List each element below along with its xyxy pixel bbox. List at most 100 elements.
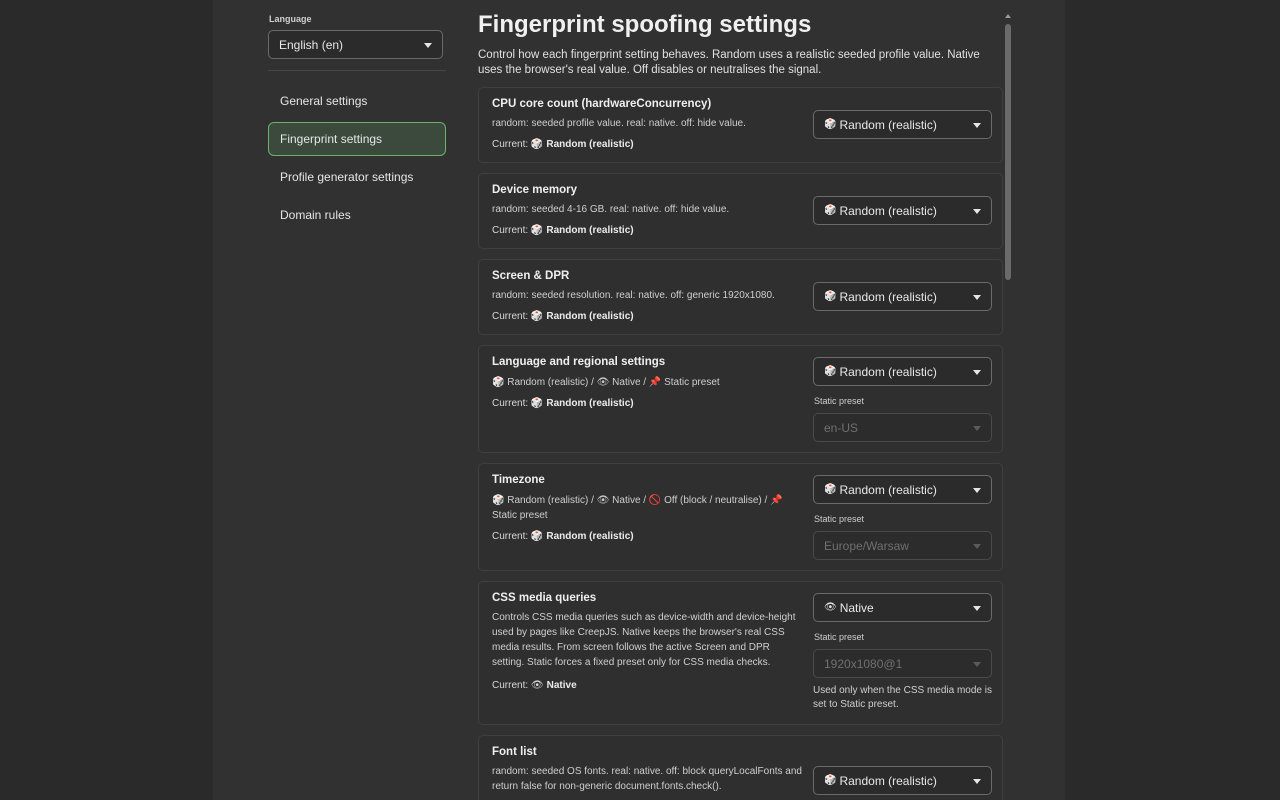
dice-icon: 🎲: [530, 398, 544, 409]
setting-current: Current: 👁 Native: [492, 680, 577, 691]
language-regional-mode-select[interactable]: 🎲 Random (realistic): [813, 357, 992, 386]
setting-current: Current: 🎲 Random (realistic): [492, 225, 634, 236]
chevron-down-icon: [973, 661, 981, 667]
device-memory-mode-select[interactable]: 🎲 Random (realistic): [813, 196, 992, 225]
dice-icon: 🎲: [530, 225, 544, 236]
setting-name: Language and regional settings: [492, 356, 666, 368]
dice-icon: 🎲: [530, 311, 544, 322]
setting-current: Current: 🎲 Random (realistic): [492, 398, 634, 409]
setting-card-css-media-queries: CSS media queries Controls CSS media que…: [478, 581, 1003, 725]
language-static-preset-select[interactable]: en-US: [813, 413, 992, 442]
sidebar-divider: [268, 70, 446, 71]
dice-icon: 🎲: [824, 775, 837, 786]
setting-description: Controls CSS media queries such as devic…: [492, 612, 796, 668]
current-value: Random (realistic): [546, 531, 634, 542]
sidebar: Language English (en) General settings F…: [268, 14, 448, 236]
sidebar-item-label: General settings: [280, 94, 368, 108]
eye-icon: 👁: [530, 680, 544, 691]
setting-description: random: seeded 4-16 GB. real: native. of…: [492, 204, 730, 215]
current-label: Current:: [492, 531, 529, 542]
static-preset-label: Static preset: [814, 514, 865, 524]
font-list-mode-select[interactable]: 🎲 Random (realistic): [813, 766, 992, 795]
current-value: Random (realistic): [546, 139, 634, 150]
eye-icon: 👁: [824, 602, 837, 613]
chevron-down-icon: [973, 605, 981, 611]
chevron-down-icon: [973, 425, 981, 431]
screen-dpr-mode-select[interactable]: 🎲 Random (realistic): [813, 282, 992, 311]
current-label: Current:: [492, 398, 529, 409]
setting-card-language-regional: Language and regional settings 🎲 Random …: [478, 345, 1003, 453]
timezone-mode-select[interactable]: 🎲 Random (realistic): [813, 475, 992, 504]
dice-icon: 🎲: [824, 366, 837, 377]
static-preset-label: Static preset: [814, 396, 865, 406]
language-select[interactable]: English (en): [268, 30, 443, 59]
select-value: Random (realistic): [839, 773, 937, 788]
css-media-hint: Used only when the CSS media mode is set…: [813, 685, 992, 710]
dice-icon: 🎲: [824, 119, 837, 130]
select-value: Random (realistic): [839, 203, 937, 218]
language-select-value: English (en): [279, 37, 344, 52]
setting-name: Font list: [492, 746, 537, 758]
current-label: Current:: [492, 225, 529, 236]
page-title: Fingerprint spoofing settings: [478, 11, 812, 38]
current-value: Random (realistic): [546, 398, 634, 409]
select-value: Random (realistic): [839, 117, 937, 132]
current-label: Current:: [492, 680, 529, 691]
setting-current: Current: 🎲 Random (realistic): [492, 531, 634, 542]
current-label: Current:: [492, 311, 529, 322]
main-content: Fingerprint spoofing settings Control ho…: [478, 0, 1003, 800]
setting-name: CPU core count (hardwareConcurrency): [492, 98, 712, 110]
current-label: Current:: [492, 139, 529, 150]
sidebar-item-profile-generator-settings[interactable]: Profile generator settings: [268, 160, 446, 194]
scrollbar[interactable]: [1004, 14, 1012, 800]
sidebar-item-fingerprint-settings[interactable]: Fingerprint settings: [268, 122, 446, 156]
select-value: 1920x1080@1: [824, 656, 903, 671]
sidebar-item-label: Fingerprint settings: [280, 132, 383, 146]
setting-name: Timezone: [492, 474, 545, 486]
current-value: Native: [546, 680, 577, 691]
setting-name: CSS media queries: [492, 592, 597, 604]
scroll-up-arrow-icon[interactable]: [1005, 14, 1011, 18]
setting-current: Current: 🎲 Random (realistic): [492, 139, 634, 150]
dice-icon: 🎲: [824, 484, 837, 495]
setting-name: Screen & DPR: [492, 270, 570, 282]
css-media-static-preset-select[interactable]: 1920x1080@1: [813, 649, 992, 678]
setting-description: random: seeded profile value. real: nati…: [492, 118, 746, 129]
dice-icon: 🎲: [530, 531, 544, 542]
current-value: Random (realistic): [546, 311, 634, 322]
scrollbar-thumb[interactable]: [1005, 24, 1011, 280]
sidebar-item-general-settings[interactable]: General settings: [268, 84, 446, 118]
sidebar-item-domain-rules[interactable]: Domain rules: [268, 198, 446, 232]
css-media-mode-select[interactable]: 👁 Native: [813, 593, 992, 622]
current-value: Random (realistic): [546, 225, 634, 236]
select-value: Random (realistic): [839, 289, 937, 304]
select-value: Random (realistic): [839, 482, 937, 497]
chevron-down-icon: [973, 369, 981, 375]
setting-card-font-list: Font list random: seeded OS fonts. real:…: [478, 735, 1003, 800]
select-value: Europe/Warsaw: [824, 538, 909, 553]
select-value: en-US: [824, 420, 859, 435]
chevron-down-icon: [973, 122, 981, 128]
chevron-down-icon: [424, 42, 432, 48]
setting-description: 🎲 Random (realistic) / 👁 Native / 📌 Stat…: [492, 377, 720, 388]
setting-description: random: seeded resolution. real: native.…: [492, 290, 775, 301]
sidebar-item-label: Profile generator settings: [280, 170, 414, 184]
cpu-cores-mode-select[interactable]: 🎲 Random (realistic): [813, 110, 992, 139]
chevron-down-icon: [973, 487, 981, 493]
select-value: Random (realistic): [839, 364, 937, 379]
setting-card-timezone: Timezone 🎲 Random (realistic) / 👁 Native…: [478, 463, 1003, 571]
setting-card-screen-dpr: Screen & DPR random: seeded resolution. …: [478, 259, 1003, 335]
chevron-down-icon: [973, 208, 981, 214]
select-value: Native: [839, 600, 874, 615]
setting-description: random: seeded OS fonts. real: native. o…: [492, 766, 802, 792]
setting-card-cpu-cores: CPU core count (hardwareConcurrency) ran…: [478, 87, 1003, 163]
chevron-down-icon: [973, 294, 981, 300]
sidebar-item-label: Domain rules: [280, 208, 351, 222]
setting-current: Current: 🎲 Random (realistic): [492, 311, 634, 322]
timezone-static-preset-select[interactable]: Europe/Warsaw: [813, 531, 992, 560]
dice-icon: 🎲: [824, 291, 837, 302]
chevron-down-icon: [973, 543, 981, 549]
static-preset-label: Static preset: [814, 632, 865, 642]
setting-description: 🎲 Random (realistic) / 👁 Native / 🚫 Off …: [492, 495, 783, 521]
settings-page: Language English (en) General settings F…: [213, 0, 1065, 800]
